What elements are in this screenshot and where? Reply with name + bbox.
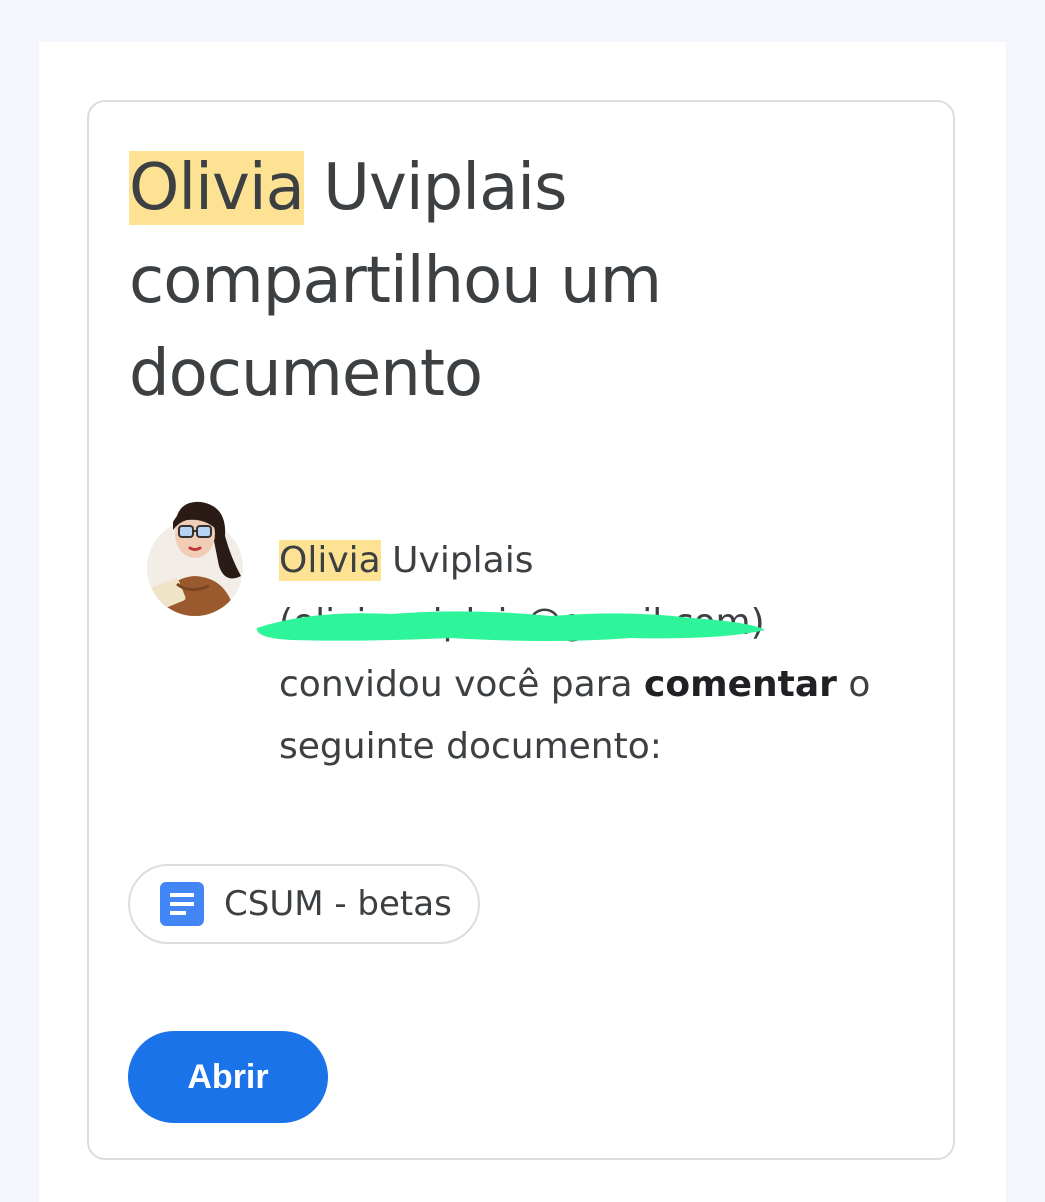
email-body: Olivia Uviplais compartilhou um document…	[39, 42, 1006, 1202]
sender-first-name-highlight: Olivia	[129, 151, 305, 225]
sender-avatar	[139, 496, 251, 618]
document-name: CSUM - betas	[224, 884, 452, 924]
permission-role: comentar	[644, 664, 837, 705]
share-notification-card: Olivia Uviplais compartilhou um document…	[87, 100, 955, 1160]
google-docs-icon	[160, 882, 204, 926]
redaction-mark	[256, 611, 765, 641]
sender-email-line: (oliviauviplais@gmail.com)	[256, 592, 765, 654]
invite-message: Olivia Uviplais (oliviauviplais@gmail.co…	[256, 530, 889, 778]
sender-first-name-highlight: Olivia	[279, 540, 381, 581]
document-chip[interactable]: CSUM - betas	[128, 864, 480, 944]
invite-text-before: convidou você para	[279, 664, 645, 705]
invite-text: convidou você para comentar o seguinte d…	[279, 654, 889, 778]
sender-name-line: Olivia Uviplais	[279, 530, 889, 592]
open-button[interactable]: Abrir	[128, 1031, 328, 1123]
sender-last-name: Uviplais	[380, 540, 534, 581]
share-headline: Olivia Uviplais compartilhou um document…	[129, 142, 829, 421]
